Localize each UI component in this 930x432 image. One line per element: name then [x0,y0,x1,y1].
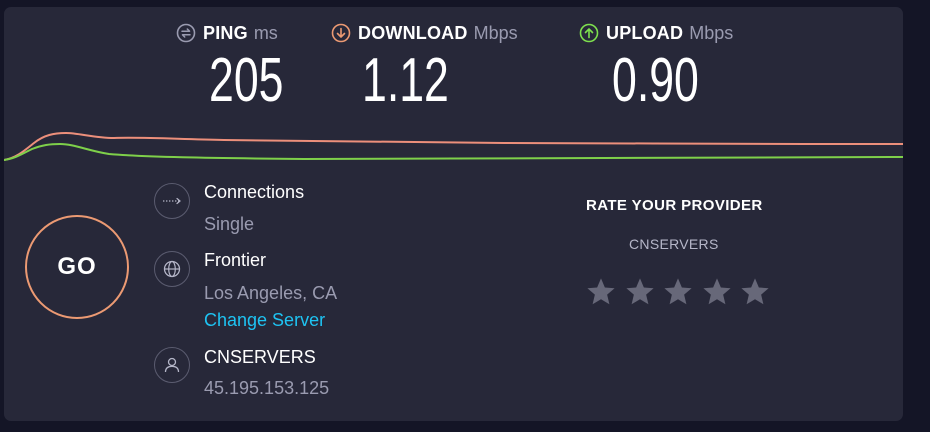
star-icon-4[interactable] [701,276,733,308]
server-title: Frontier [204,250,267,270]
star-icon-5[interactable] [739,276,771,308]
upload-arrow-icon [579,23,599,43]
ping-value: 205 [209,46,284,115]
server-icon-wrap [154,251,190,287]
rate-provider-title: RATE YOUR PROVIDER [586,197,763,214]
ping-metric: PING ms 205 [176,21,283,113]
speed-graph [4,131,903,161]
ping-unit: ms [253,22,278,43]
speedtest-panel: PING ms 205 DOWNLOAD Mbps 1.12 UPLOAD Mb… [4,7,903,421]
go-button[interactable]: GO [25,215,129,319]
download-header: DOWNLOAD Mbps [331,21,518,45]
star-icon-2[interactable] [624,276,656,308]
download-value: 1.12 [362,46,449,115]
provider-icon-wrap [154,347,190,383]
ping-label: PING [203,22,248,43]
connections-icon [154,183,190,219]
change-server-link[interactable]: Change Server [204,310,325,331]
connections-mode[interactable]: Single [204,214,254,235]
server-location: Los Angeles, CA [204,283,338,303]
globe-icon [163,260,181,278]
user-icon [164,357,180,373]
connections-arrow-icon [163,197,181,205]
upload-speed-line [4,142,903,161]
ping-icon [176,23,196,43]
star-icon-1[interactable] [585,276,617,308]
upload-header: UPLOAD Mbps [579,21,733,45]
provider-ip: 45.195.153.125 [204,378,330,398]
upload-unit: Mbps [689,22,734,43]
upload-label: UPLOAD [606,22,684,43]
upload-value: 0.90 [612,46,699,115]
ping-header: PING ms [176,21,278,45]
download-metric: DOWNLOAD Mbps 1.12 [331,21,518,113]
download-label: DOWNLOAD [358,22,468,43]
download-arrow-icon [331,23,351,43]
go-label: GO [57,253,97,280]
rate-provider-name: CNSERVERS [629,236,719,252]
download-unit: Mbps [473,22,518,43]
star-icon-3[interactable] [662,276,694,308]
connections-title: Connections [204,182,305,202]
provider-title: CNSERVERS [204,347,316,367]
rating-stars [585,276,778,308]
upload-metric: UPLOAD Mbps 0.90 [579,21,733,113]
